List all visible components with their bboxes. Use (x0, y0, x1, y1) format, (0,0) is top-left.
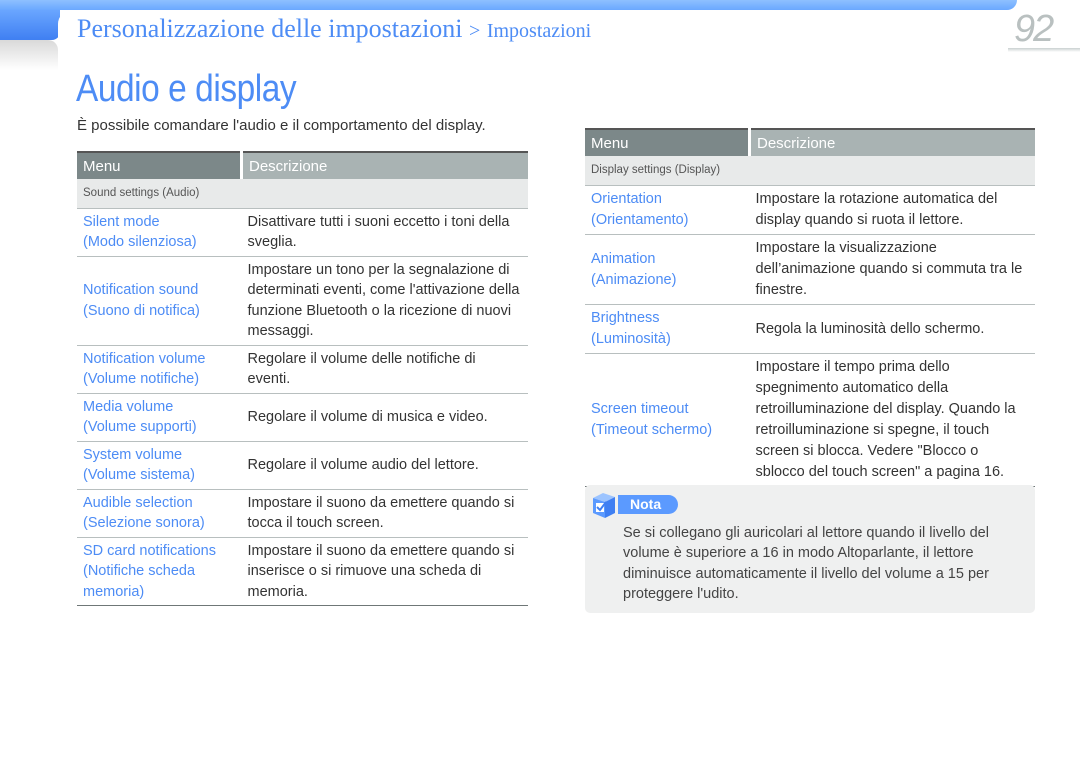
menu-item: Audible selection (Selezione sonora) (77, 489, 242, 538)
menu-item: Screen timeout (Timeout schermo) (585, 353, 750, 487)
menu-item: Notification sound (Suono di notifica) (77, 256, 242, 346)
menu-item: Orientation (Orientamento) (585, 185, 750, 235)
menu-description: Impostare il suono da emettere quando si… (241, 537, 528, 606)
column-header-menu: Menu (77, 151, 242, 179)
table-row: Brightness (Luminosità) Regola la luminosi… (585, 304, 1035, 354)
menu-name: Orientation (591, 191, 662, 207)
table-row: Orientation (Orientamento) Impostare la ro… (585, 185, 1035, 235)
menu-item: Silent mode (Modo silenziosa) (77, 208, 242, 257)
menu-description: Regola la luminosità dello schermo. (749, 304, 1035, 354)
section-row: Sound settings (Audio) (77, 179, 528, 209)
menu-name: Silent mode (83, 213, 160, 230)
section-label: Sound settings (Audio) (77, 179, 528, 209)
menu-item: Brightness (Luminosità) (585, 304, 750, 354)
table-header-row: Menu Descrizione (77, 151, 528, 179)
menu-name: Animation (591, 250, 656, 267)
page-title: Audio e display (76, 68, 297, 110)
menu-name-italian: (Volume notifiche) (83, 371, 200, 387)
display-settings-table: Menu Descrizione Display settings (Displ… (585, 128, 1035, 487)
breadcrumb-sub: Impostazioni (486, 20, 592, 42)
menu-name: Notification sound (83, 282, 199, 298)
menu-name: SD card notifications (83, 542, 216, 559)
menu-item: SD card notifications (Notifiche scheda m… (77, 537, 242, 606)
menu-name-italian: (Animazione) (591, 271, 677, 288)
menu-description: Regolare il volume audio del lettore. (241, 441, 528, 490)
menu-name: Screen timeout (591, 401, 689, 417)
column-header-description: Descrizione (748, 128, 1035, 156)
section-row: Display settings (Display) (585, 156, 1035, 186)
menu-item: System volume (Volume sistema) (77, 441, 242, 490)
table-row: Media volume (Volume supporti) Regolare il… (77, 393, 528, 442)
section-label: Display settings (Display) (585, 156, 1035, 186)
intro-text: È possibile comandare l'audio e il compo… (77, 117, 486, 134)
breadcrumb: Personalizzazione delle impostazioni > I… (77, 14, 591, 44)
menu-name: Notification volume (83, 350, 206, 367)
page-number-underline (1008, 48, 1080, 52)
menu-item: Animation (Animazione) (585, 234, 750, 305)
menu-item: Media volume (Volume supporti) (77, 393, 242, 442)
column-header-description: Descrizione (240, 151, 528, 179)
page-number: 92 (1014, 8, 1054, 50)
menu-description: Impostare il suono da emettere quando si… (241, 489, 528, 538)
menu-item: Notification volume (Volume notifiche) (77, 345, 242, 394)
menu-name: Audible selection (83, 494, 193, 511)
menu-name-italian: (Orientamento) (591, 212, 689, 228)
menu-name-italian: (Volume supporti) (83, 419, 197, 435)
table-row: Notification sound (Suono di notifica) Imp… (77, 256, 528, 346)
table-header-row: Menu Descrizione (585, 128, 1035, 156)
menu-description: Regolare il volume delle notifiche di ev… (241, 345, 528, 394)
menu-description: Impostare la visualizzazione dell’animaz… (749, 234, 1035, 305)
breadcrumb-separator: > (469, 20, 481, 42)
menu-name-italian: (Selezione sonora) (83, 515, 205, 531)
table-row: Screen timeout (Timeout schermo) Impostare… (585, 353, 1035, 487)
note-text: Se si collegano gli auricolari al lettor… (623, 525, 989, 602)
menu-description: Disattivare tutti i suoni eccetto i toni… (241, 208, 528, 257)
menu-name: Brightness (591, 310, 660, 326)
menu-name: Media volume (83, 398, 174, 415)
sound-settings-table: Menu Descrizione Sound settings (Audio) … (77, 151, 528, 606)
breadcrumb-main: Personalizzazione delle impostazioni (77, 14, 463, 43)
menu-name-italian: (Suono di notifica) (83, 302, 200, 319)
column-header-menu: Menu (585, 128, 750, 156)
top-banner (0, 0, 1017, 10)
menu-name-italian: (Volume sistema) (83, 467, 196, 483)
table-row: Silent mode (Modo silenziosa) Disattivare … (77, 208, 528, 257)
header-tab-shadow (0, 40, 58, 70)
header-tab-accent (0, 10, 60, 40)
menu-description: Impostare un tono per la segnalazione di… (241, 256, 528, 346)
menu-description: Regolare il volume di musica e video. (241, 393, 528, 442)
menu-name-italian: (Timeout schermo) (591, 422, 713, 438)
menu-name: System volume (83, 446, 183, 463)
table-row: Audible selection (Selezione sonora) Impos… (77, 489, 528, 538)
table-row: SD card notifications (Notifiche scheda m… (77, 537, 528, 606)
menu-description: Impostare il tempo prima dello spegnimen… (749, 353, 1035, 487)
table-row: Animation (Animazione) Impostare la visual… (585, 234, 1035, 305)
menu-name-italian: (Luminosità) (591, 331, 671, 347)
menu-name-italian: (Modo silenziosa) (83, 234, 197, 250)
table-row: Notification volume (Volume notifiche) Reg… (77, 345, 528, 394)
menu-description: Impostare la rotazione automatica del di… (749, 185, 1035, 235)
menu-name-italian: (Notifiche scheda memoria) (83, 563, 196, 600)
table-row: System volume (Volume sistema) Regolare il… (77, 441, 528, 490)
checkbox-cube-icon (593, 493, 615, 518)
note-label: Nota (618, 495, 678, 514)
